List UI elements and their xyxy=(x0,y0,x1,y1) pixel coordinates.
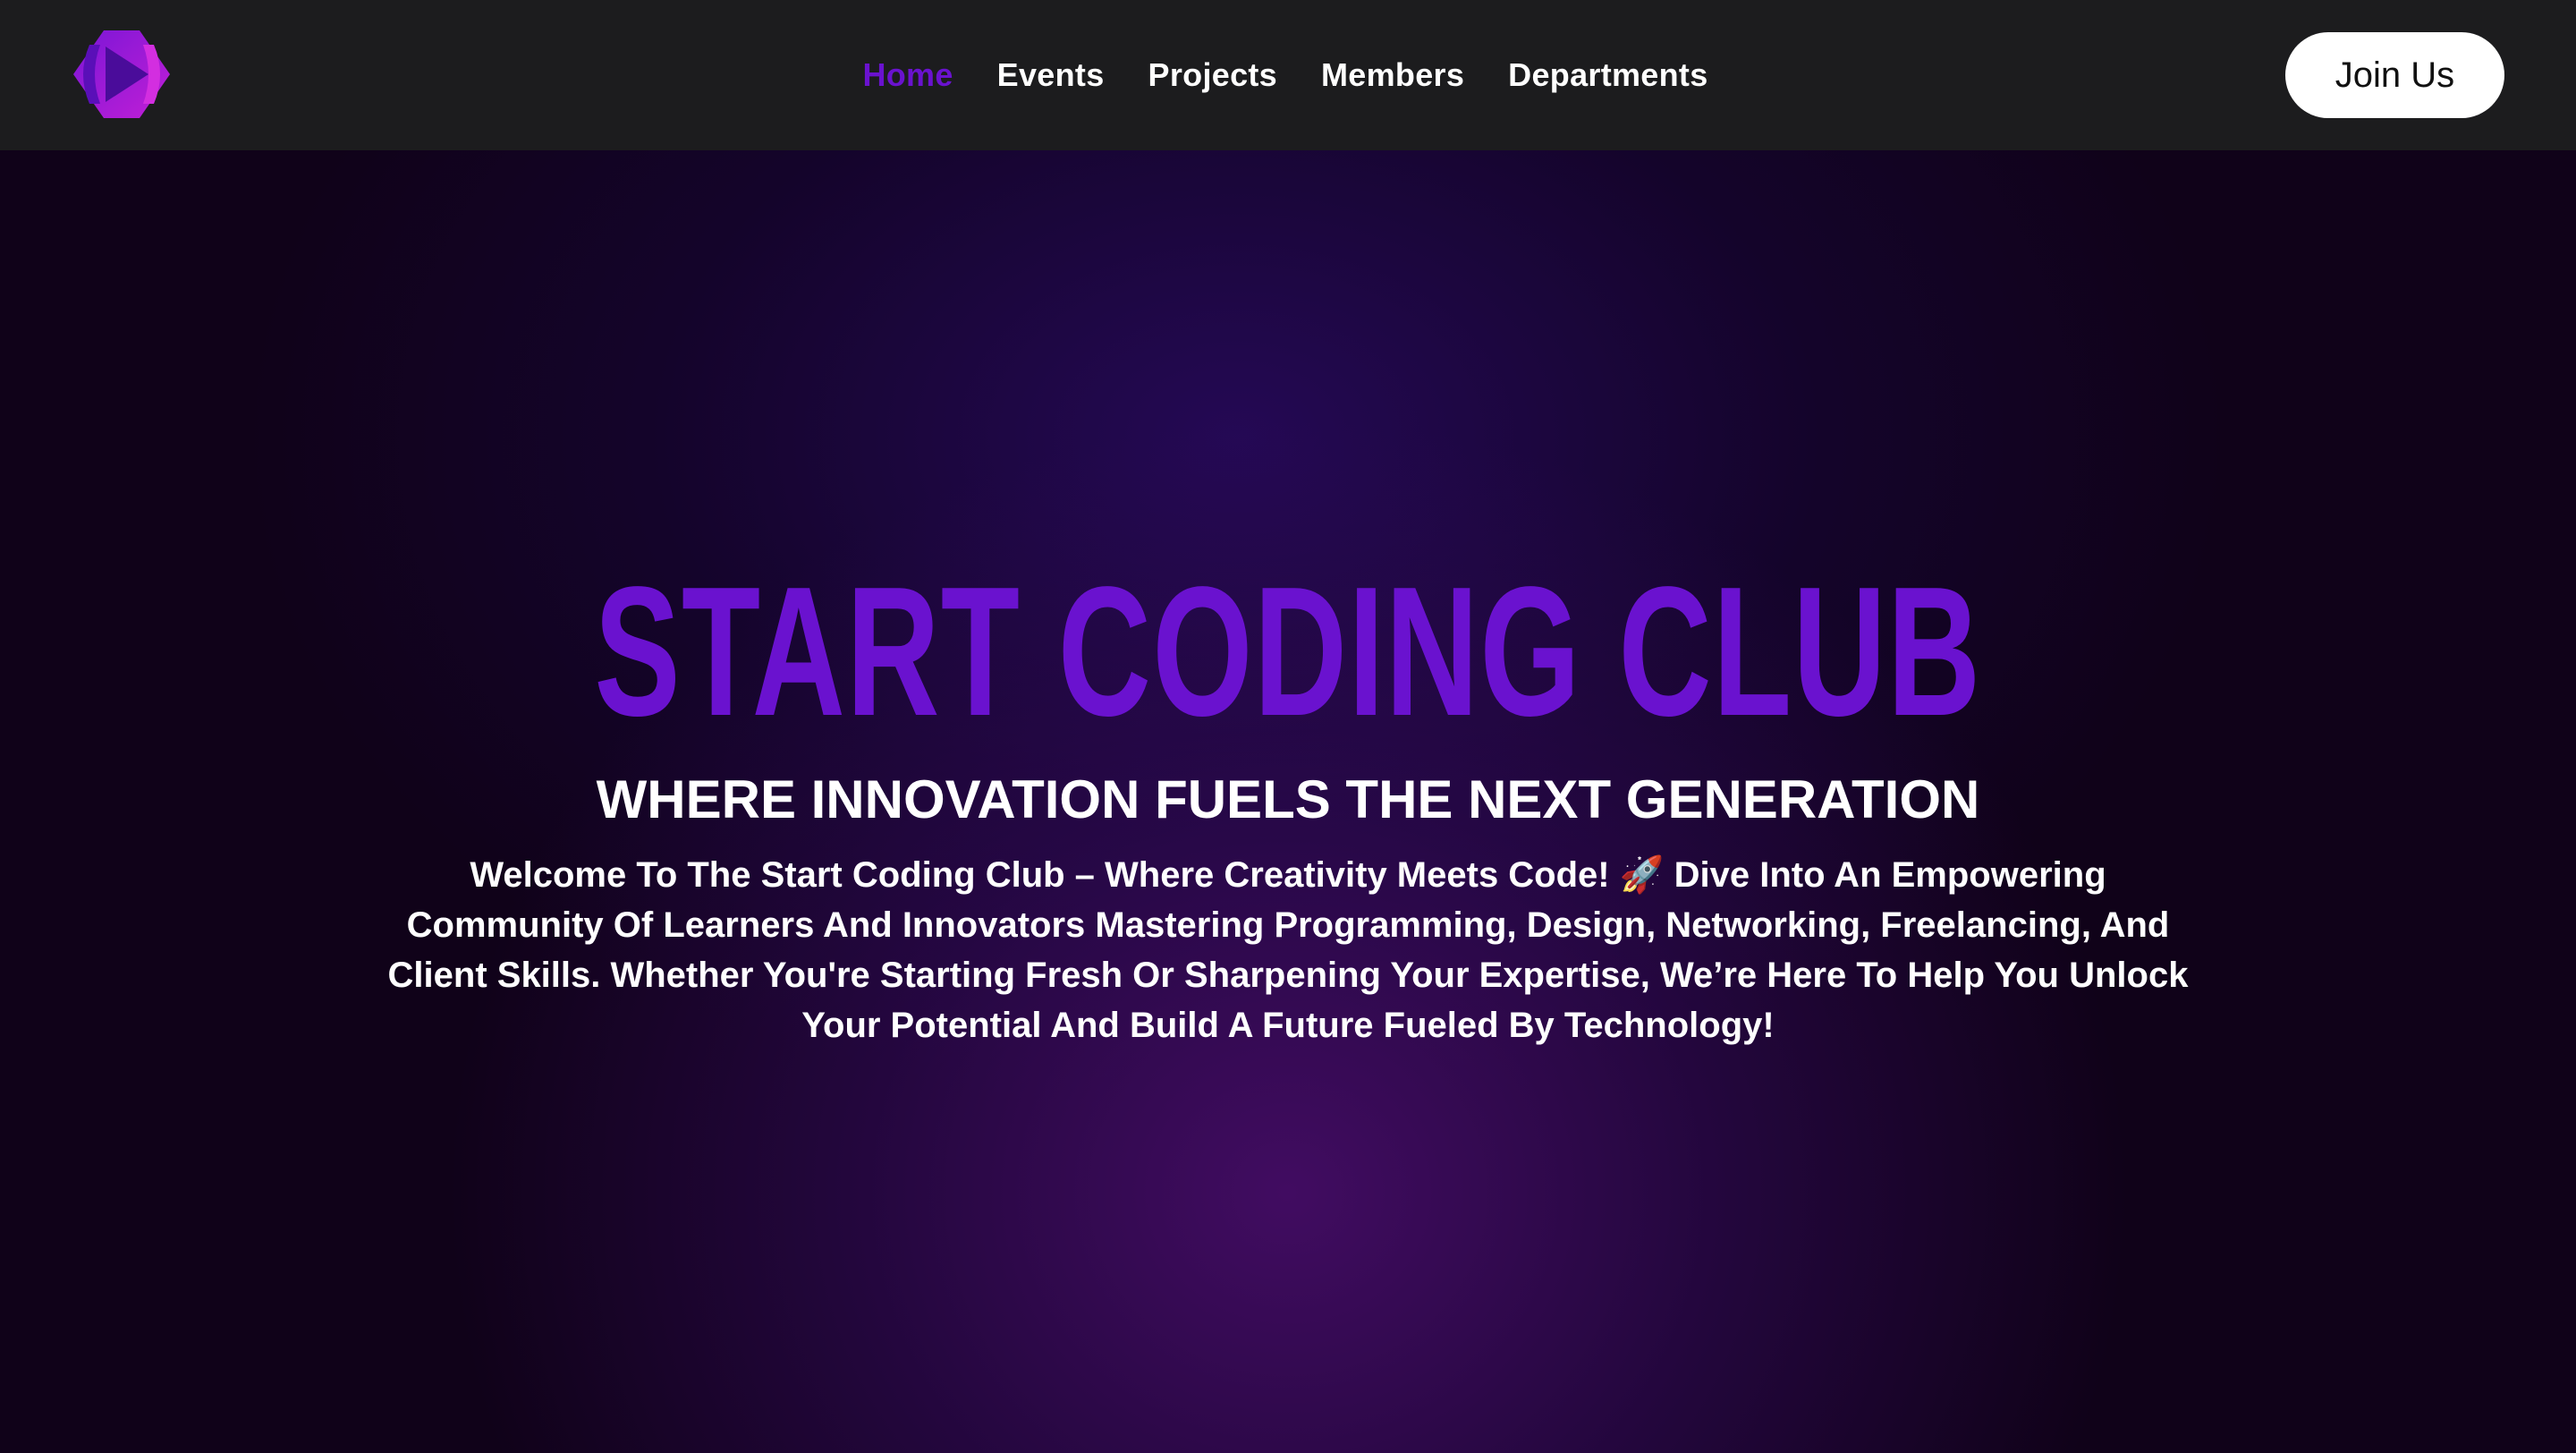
logo-svg xyxy=(73,30,170,118)
nav-link-events[interactable]: Events xyxy=(997,56,1105,94)
top-navbar: Home Events Projects Members Departments… xyxy=(0,0,2576,150)
club-logo-icon[interactable] xyxy=(70,27,174,122)
hero-title: START CODING CLUB xyxy=(594,548,1982,754)
nav-link-departments[interactable]: Departments xyxy=(1508,56,1707,94)
join-us-button[interactable]: Join Us xyxy=(2285,32,2504,118)
nav-link-projects[interactable]: Projects xyxy=(1148,56,1277,94)
nav-link-home[interactable]: Home xyxy=(862,56,953,94)
hero-description: Welcome To The Start Coding Club – Where… xyxy=(387,855,2189,1045)
hero-section: START CODING CLUB WHERE INNOVATION FUELS… xyxy=(0,150,2576,1453)
nav-link-members[interactable]: Members xyxy=(1321,56,1464,94)
hero-subtitle: WHERE INNOVATION FUELS THE NEXT GENERATI… xyxy=(596,769,1980,829)
main-nav: Home Events Projects Members Departments xyxy=(0,0,2576,150)
